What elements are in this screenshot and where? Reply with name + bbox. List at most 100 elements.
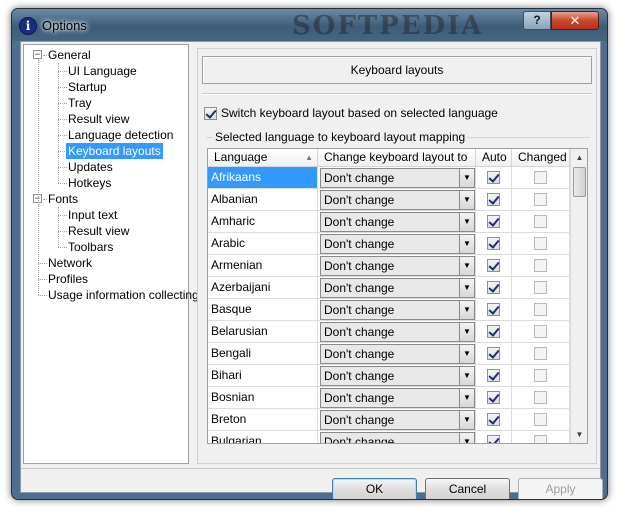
table-row[interactable]: Arabic Don't change ▼ [208, 233, 570, 255]
tree-item-hotkeys[interactable]: Hotkeys [68, 175, 111, 191]
changed-checkbox[interactable] [534, 215, 547, 228]
changed-checkbox[interactable] [534, 369, 547, 382]
layout-dropdown[interactable]: Don't change ▼ [320, 388, 475, 408]
language-cell[interactable]: Armenian [208, 255, 318, 277]
tree-item-language-detection[interactable]: Language detection [68, 127, 173, 143]
language-cell[interactable]: Breton [208, 409, 318, 431]
tree-item-updates[interactable]: Updates [68, 159, 113, 175]
chevron-down-icon[interactable]: ▼ [459, 323, 474, 341]
tree-item-general[interactable]: General [48, 47, 91, 63]
tree-item-tray[interactable]: Tray [68, 95, 92, 111]
table-row[interactable]: Bihari Don't change ▼ [208, 365, 570, 387]
tree-item-result-view[interactable]: Result view [68, 111, 129, 127]
grid-scrollbar[interactable]: ▲ ▼ [570, 149, 587, 443]
tree-item-input-text[interactable]: Input text [68, 207, 117, 223]
chevron-down-icon[interactable]: ▼ [459, 213, 474, 231]
layout-dropdown[interactable]: Don't change ▼ [320, 190, 475, 210]
scroll-up-icon[interactable]: ▲ [571, 149, 587, 166]
tree-item-ui-language[interactable]: UI Language [68, 63, 137, 79]
layout-dropdown[interactable]: Don't change ▼ [320, 366, 475, 386]
tree-expander-icon[interactable]: − [33, 50, 42, 59]
chevron-down-icon[interactable]: ▼ [459, 433, 474, 443]
auto-checkbox[interactable] [487, 259, 500, 272]
changed-checkbox[interactable] [534, 237, 547, 250]
chevron-down-icon[interactable]: ▼ [459, 389, 474, 407]
auto-checkbox[interactable] [487, 435, 500, 443]
table-row[interactable]: Bulgarian Don't change ▼ [208, 431, 570, 443]
layout-dropdown[interactable]: Don't change ▼ [320, 410, 475, 430]
cancel-button[interactable]: Cancel [425, 478, 510, 499]
layout-dropdown[interactable]: Don't change ▼ [320, 344, 475, 364]
auto-checkbox[interactable] [487, 281, 500, 294]
auto-checkbox[interactable] [487, 347, 500, 360]
table-row[interactable]: Armenian Don't change ▼ [208, 255, 570, 277]
tree-item-keyboard-layouts[interactable]: Keyboard layouts [66, 143, 163, 159]
chevron-down-icon[interactable]: ▼ [459, 191, 474, 209]
language-cell[interactable]: Azerbaijani [208, 277, 318, 299]
table-row[interactable]: Amharic Don't change ▼ [208, 211, 570, 233]
layout-dropdown[interactable]: Don't change ▼ [320, 278, 475, 298]
changed-checkbox[interactable] [534, 413, 547, 426]
language-cell[interactable]: Amharic [208, 211, 318, 233]
auto-checkbox[interactable] [487, 325, 500, 338]
auto-checkbox[interactable] [487, 215, 500, 228]
auto-checkbox[interactable] [487, 369, 500, 382]
changed-checkbox[interactable] [534, 347, 547, 360]
column-header-auto[interactable]: Auto [476, 149, 512, 167]
changed-checkbox[interactable] [534, 171, 547, 184]
language-cell[interactable]: Albanian [208, 189, 318, 211]
changed-checkbox[interactable] [534, 435, 547, 443]
table-row[interactable]: Bengali Don't change ▼ [208, 343, 570, 365]
options-tree[interactable]: − General UI Language Startup Tray Result vie… [23, 44, 199, 464]
auto-checkbox[interactable] [487, 171, 500, 184]
language-cell[interactable]: Basque [208, 299, 318, 321]
layout-dropdown[interactable]: Don't change ▼ [320, 234, 475, 254]
language-cell[interactable]: Bihari [208, 365, 318, 387]
chevron-down-icon[interactable]: ▼ [459, 411, 474, 429]
auto-checkbox[interactable] [487, 413, 500, 426]
column-header-layout[interactable]: Change keyboard layout to [318, 149, 476, 167]
changed-checkbox[interactable] [534, 303, 547, 316]
title-bar[interactable]: i Options SOFTPEDIA ? ✕ [12, 9, 607, 41]
table-row[interactable]: Basque Don't change ▼ [208, 299, 570, 321]
changed-checkbox[interactable] [534, 193, 547, 206]
chevron-down-icon[interactable]: ▼ [459, 257, 474, 275]
table-row[interactable]: Azerbaijani Don't change ▼ [208, 277, 570, 299]
scroll-down-icon[interactable]: ▼ [571, 426, 587, 443]
chevron-down-icon[interactable]: ▼ [459, 279, 474, 297]
close-button[interactable]: ✕ [551, 11, 599, 30]
layout-dropdown[interactable]: Don't change ▼ [320, 432, 475, 443]
tree-item-toolbars[interactable]: Toolbars [68, 239, 113, 255]
layout-dropdown[interactable]: Don't change ▼ [320, 322, 475, 342]
layout-dropdown[interactable]: Don't change ▼ [320, 212, 475, 232]
language-cell[interactable]: Bulgarian [208, 431, 318, 443]
language-cell[interactable]: Belarusian [208, 321, 318, 343]
chevron-down-icon[interactable]: ▼ [459, 367, 474, 385]
tree-item-usage-information-collecting[interactable]: Usage information collecting [48, 287, 199, 303]
chevron-down-icon[interactable]: ▼ [459, 345, 474, 363]
ok-button[interactable]: OK [332, 478, 417, 499]
table-row[interactable]: Afrikaans Don't change ▼ [208, 167, 570, 189]
auto-checkbox[interactable] [487, 193, 500, 206]
chevron-down-icon[interactable]: ▼ [459, 235, 474, 253]
table-row[interactable]: Breton Don't change ▼ [208, 409, 570, 431]
table-row[interactable]: Albanian Don't change ▼ [208, 189, 570, 211]
changed-checkbox[interactable] [534, 259, 547, 272]
tree-item-result-view[interactable]: Result view [68, 223, 129, 239]
auto-checkbox[interactable] [487, 237, 500, 250]
apply-button[interactable]: Apply [518, 478, 603, 499]
layout-dropdown[interactable]: Don't change ▼ [320, 300, 475, 320]
changed-checkbox[interactable] [534, 391, 547, 404]
language-cell[interactable]: Bengali [208, 343, 318, 365]
tree-item-profiles[interactable]: Profiles [48, 271, 88, 287]
language-cell[interactable]: Afrikaans [208, 167, 318, 189]
layout-dropdown[interactable]: Don't change ▼ [320, 256, 475, 276]
changed-checkbox[interactable] [534, 281, 547, 294]
help-button[interactable]: ? [523, 11, 551, 30]
scroll-thumb[interactable] [573, 167, 586, 197]
auto-checkbox[interactable] [487, 391, 500, 404]
column-header-language[interactable]: Language ▲ [208, 149, 318, 167]
column-header-changed[interactable]: Changed [512, 149, 570, 167]
language-cell[interactable]: Arabic [208, 233, 318, 255]
tree-item-network[interactable]: Network [48, 255, 92, 271]
